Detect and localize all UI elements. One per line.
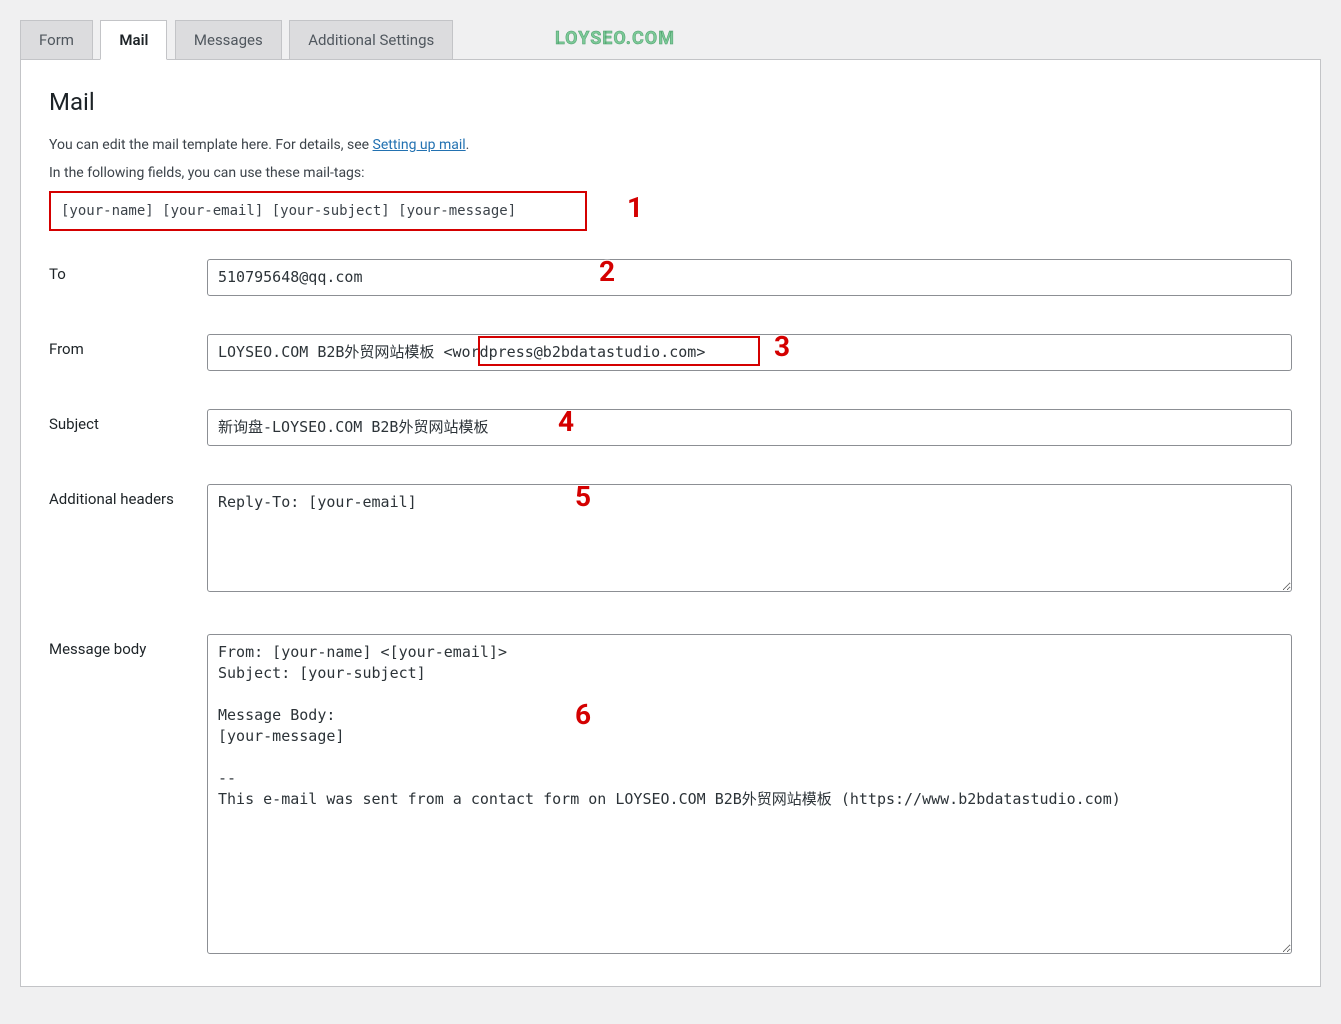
mail-tags-box: [your-name] [your-email] [your-subject] …	[49, 191, 587, 231]
subject-input[interactable]	[207, 409, 1292, 446]
intro-line-1: You can edit the mail template here. For…	[49, 134, 1292, 156]
tab-mail[interactable]: Mail	[100, 20, 167, 60]
intro-prefix: You can edit the mail template here. For…	[49, 137, 373, 153]
subject-label: Subject	[49, 409, 207, 435]
tab-nav: Form Mail Messages Additional Settings	[20, 20, 1321, 60]
message-body-input[interactable]	[207, 634, 1292, 954]
mail-panel: Mail You can edit the mail template here…	[20, 60, 1321, 987]
additional-headers-label: Additional headers	[49, 484, 207, 510]
panel-title: Mail	[49, 88, 1292, 116]
from-input[interactable]	[207, 334, 1292, 371]
annotation-1: 1	[627, 191, 643, 224]
tab-additional-settings[interactable]: Additional Settings	[289, 20, 453, 60]
message-body-label: Message body	[49, 634, 207, 660]
additional-headers-input[interactable]	[207, 484, 1292, 592]
tab-form[interactable]: Form	[20, 20, 93, 60]
intro-line-2: In the following fields, you can use the…	[49, 162, 1292, 184]
tab-messages[interactable]: Messages	[175, 20, 282, 60]
to-input[interactable]	[207, 259, 1292, 296]
from-label: From	[49, 334, 207, 360]
to-label: To	[49, 259, 207, 285]
intro-suffix: .	[466, 137, 470, 153]
setting-up-mail-link[interactable]: Setting up mail	[373, 137, 466, 153]
